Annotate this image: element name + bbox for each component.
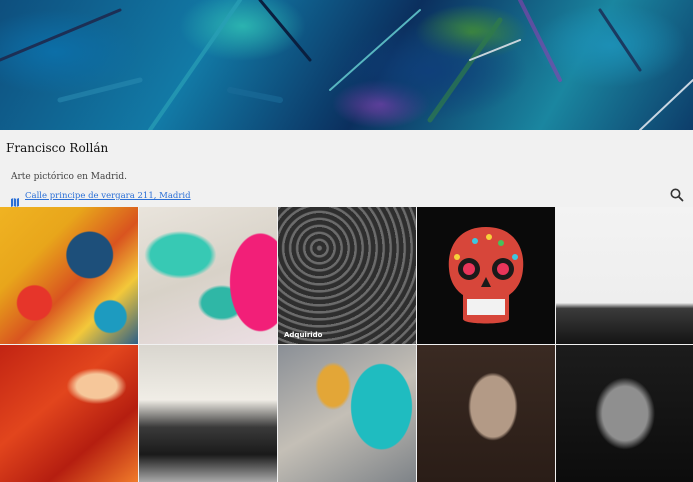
cover-banner <box>0 0 693 130</box>
artwork-tile[interactable] <box>0 345 138 482</box>
artwork-tile[interactable] <box>556 207 693 344</box>
profile-name: Francisco Rollán <box>6 141 109 155</box>
artwork-tile[interactable] <box>278 345 416 482</box>
artwork-tile[interactable] <box>139 345 277 482</box>
artwork-tile[interactable] <box>417 207 555 344</box>
location-row: Calle principe de vergara 211, Madrid <box>11 191 191 207</box>
search-icon <box>670 188 684 202</box>
artwork-gallery: Adquirido <box>0 207 693 482</box>
map-icon <box>11 192 19 207</box>
artwork-tile[interactable] <box>417 345 555 482</box>
artwork-tile[interactable] <box>556 345 693 482</box>
artwork-tile[interactable] <box>139 207 277 344</box>
location-link[interactable]: Calle principe de vergara 211, Madrid <box>25 191 191 201</box>
profile-description: Arte pictórico en Madrid. <box>11 172 127 182</box>
banner-painting <box>0 0 693 130</box>
status-badge: Adquirido <box>284 331 323 339</box>
artwork-tile[interactable]: Adquirido <box>278 207 416 344</box>
artwork-tile[interactable] <box>0 207 138 344</box>
search-button[interactable] <box>669 187 685 203</box>
skull-artwork <box>448 227 524 324</box>
